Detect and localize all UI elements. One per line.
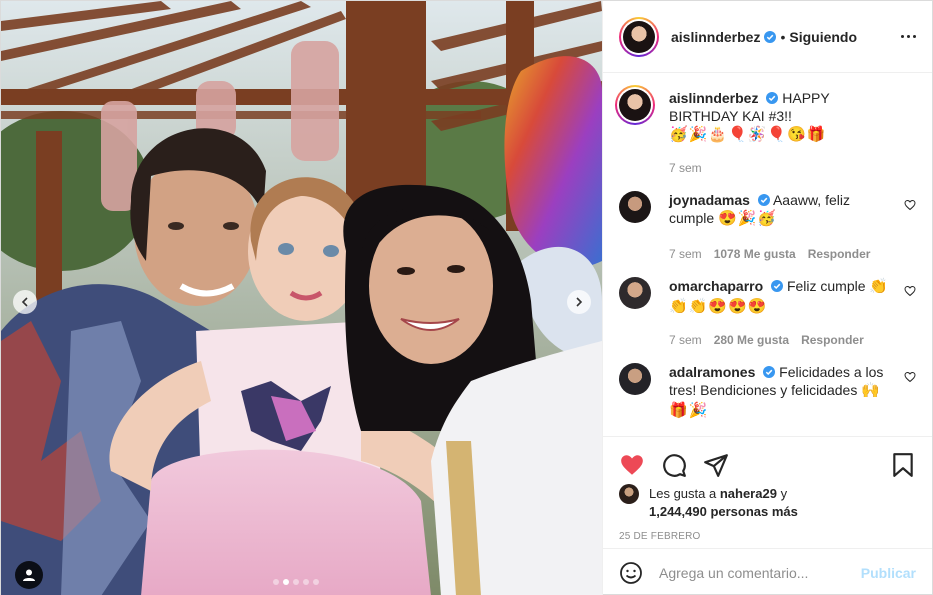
caption-time[interactable]: 7 sem (669, 159, 702, 177)
more-options-icon[interactable] (901, 35, 916, 38)
author-avatar[interactable] (619, 16, 659, 57)
likes-mid: y (780, 486, 788, 501)
reply-button[interactable]: Responder (808, 245, 871, 263)
verified-badge-icon (763, 366, 776, 378)
commenter-avatar[interactable] (619, 277, 651, 309)
caption-username[interactable]: aislinnderbez (669, 90, 758, 106)
comment-emojis-line-2: 🎁🎉 (669, 402, 709, 419)
chevron-left-icon (21, 297, 28, 307)
post-header: aislinnderbez • Siguiendo (603, 1, 932, 73)
verified-badge-icon (766, 92, 779, 104)
chevron-right-icon (576, 297, 583, 307)
add-comment-input[interactable] (659, 564, 861, 581)
following-button[interactable]: Siguiendo (789, 29, 857, 45)
commenter-username[interactable]: joynadamas (669, 192, 750, 208)
author-username[interactable]: aislinnderbez (671, 29, 760, 45)
carousel-dot (303, 579, 309, 585)
comment-emojis: 😍🎉🥳 (718, 210, 778, 227)
header-separator: • (780, 28, 786, 45)
comment-like-heart-icon[interactable] (904, 199, 916, 211)
carousel-dot (273, 579, 279, 585)
commenter-avatar[interactable] (619, 191, 651, 223)
tagged-users-button[interactable] (15, 561, 43, 589)
post-actions: Les gusta a nahera29 y 1,244,490 persona… (603, 436, 932, 548)
comment-like-heart-icon[interactable] (904, 285, 916, 297)
comment-emojis: 🙌 (861, 382, 881, 399)
post-caption: aislinnderbez HAPPY BIRTHDAY KAI #3!! 🥳🎉… (615, 85, 916, 177)
comment-likes[interactable]: 1078 Me gusta (714, 245, 796, 263)
post-photo[interactable] (1, 1, 602, 595)
liker-avatar[interactable] (619, 484, 639, 504)
carousel-dot (313, 579, 319, 585)
post-modal: aislinnderbez • Siguiendo aislinnderbez … (0, 0, 933, 595)
commenter-username[interactable]: adalramones (669, 364, 755, 380)
carousel-indicator (273, 579, 319, 585)
post-sidebar: aislinnderbez • Siguiendo aislinnderbez … (602, 1, 932, 595)
commenter-avatar[interactable] (619, 363, 651, 395)
verified-badge-icon (771, 280, 784, 292)
verified-badge-icon (757, 194, 770, 206)
likes-count[interactable]: 1,244,490 personas más (649, 504, 798, 519)
liked-by-username[interactable]: nahera29 (720, 486, 777, 501)
comment-item: omarchaparro Feliz cumple 👏 👏👏😍😍😍 7 sem … (619, 277, 916, 349)
user-tag-icon (23, 569, 35, 581)
commenter-username[interactable]: omarchaparro (669, 278, 763, 294)
carousel-next-button[interactable] (567, 290, 591, 314)
comments-list[interactable]: aislinnderbez HAPPY BIRTHDAY KAI #3!! 🥳🎉… (603, 73, 932, 436)
caption-author-avatar[interactable] (615, 85, 655, 125)
comment-emojis: 👏 (869, 278, 890, 295)
carousel-dot (283, 579, 289, 585)
comment-time[interactable]: 7 sem (669, 245, 702, 263)
comment-item: adalramones Felicidades a los tres! Bend… (619, 363, 916, 421)
comment-time[interactable]: 7 sem (669, 331, 702, 349)
comment-emojis-line-2: 👏👏😍😍😍 (669, 298, 768, 315)
family-photo-image (1, 1, 602, 595)
verified-badge-icon (764, 30, 777, 43)
comment-item: joynadamas Aaaww, feliz cumple 😍🎉🥳 7 sem… (619, 191, 916, 263)
heart-icon[interactable] (619, 452, 645, 478)
likes-prefix: Les gusta a (649, 486, 717, 501)
likes-summary: Les gusta a nahera29 y 1,244,490 persona… (619, 484, 916, 521)
post-date[interactable]: 25 DE FEBRERO (619, 531, 916, 542)
comment-like-heart-icon[interactable] (904, 371, 916, 383)
carousel-dot (293, 579, 299, 585)
share-icon[interactable] (703, 452, 729, 478)
bookmark-icon[interactable] (890, 452, 916, 478)
comment-icon[interactable] (661, 452, 687, 478)
caption-emojis: 🥳🎉🎂🎈🪅🎈😘🎁 (669, 126, 827, 143)
comment-text: Feliz cumple (786, 278, 866, 294)
reply-button[interactable]: Responder (801, 331, 864, 349)
comment-likes[interactable]: 280 Me gusta (714, 331, 789, 349)
publish-button[interactable]: Publicar (861, 565, 916, 581)
smile-icon[interactable] (619, 561, 643, 585)
carousel-previous-button[interactable] (13, 290, 37, 314)
add-comment-bar: Publicar (603, 548, 932, 595)
